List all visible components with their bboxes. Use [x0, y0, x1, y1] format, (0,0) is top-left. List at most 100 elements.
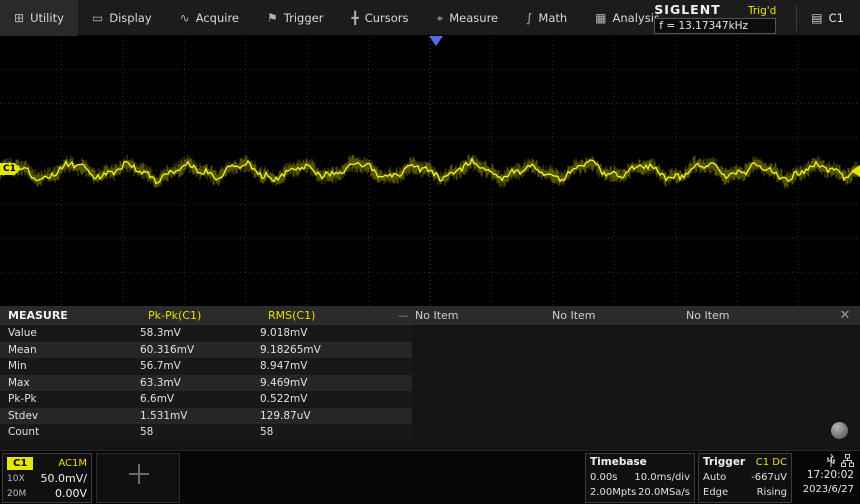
timebase-box[interactable]: Timebase 0.00s 10.0ms/div 2.00Mpts 20.0M…: [585, 453, 695, 503]
table-row: Mean 60.316mV 9.18265mV: [0, 342, 412, 359]
stat-value: 60.316mV: [140, 342, 260, 359]
oscilloscope-screen: ⊞ Utility ▭ Display ∿ Acquire ⚑ Trigger …: [0, 0, 860, 504]
trigger-box[interactable]: Trigger C1 DC Auto -667uV Edge Rising: [698, 453, 792, 503]
menu-item-label: Display: [109, 11, 151, 25]
add-channel-button[interactable]: [96, 453, 180, 503]
channel-selector-label: C1: [829, 11, 844, 25]
measure-header: MEASURE Pk-Pk(C1) RMS(C1) — No Item No I…: [0, 306, 860, 325]
stat-value: 6.6mV: [140, 391, 260, 408]
acquire-icon: ∿: [180, 12, 190, 24]
timebase-title: Timebase: [590, 455, 647, 470]
channel1-trace: [0, 36, 860, 306]
trigger-source: C1 DC: [756, 455, 787, 470]
menu-item-label: Acquire: [196, 11, 239, 25]
dash-icon: —: [398, 306, 409, 325]
menu-item-label: Utility: [30, 11, 64, 25]
measure-column-empty-3[interactable]: No Item: [686, 306, 730, 325]
menu-item-acquire[interactable]: ∿ Acquire: [166, 0, 253, 36]
clock-time: 17:20:02: [796, 467, 854, 483]
assistive-ball[interactable]: [831, 422, 848, 439]
table-row: Count 58 58: [0, 424, 412, 441]
sample-rate: 20.0MSa/s: [638, 485, 690, 500]
measure-column-pkpk[interactable]: Pk-Pk(C1): [148, 306, 201, 325]
brand-logo: SIGLENT: [654, 2, 720, 17]
table-row: Value 58.3mV 9.018mV: [0, 325, 412, 342]
trigger-level-marker[interactable]: [851, 165, 860, 177]
menu-item-label: Trigger: [284, 11, 324, 25]
table-row: Max 63.3mV 9.469mV: [0, 375, 412, 392]
coupling-label: AC1M: [58, 458, 87, 469]
channel-selector[interactable]: ▤ C1: [807, 11, 860, 25]
frequency-value: f = 13.17347kHz: [659, 20, 748, 32]
stat-value: 56.7mV: [140, 358, 260, 375]
stat-value: 58: [140, 424, 260, 441]
menu-item-math[interactable]: ∫ Math: [512, 0, 581, 36]
stat-label: Pk-Pk: [0, 391, 140, 408]
utility-icon: ⊞: [14, 12, 24, 24]
math-icon: ∫: [526, 12, 532, 24]
usb-icon: [826, 454, 836, 467]
frequency-counter: f = 13.17347kHz: [654, 18, 776, 34]
plus-icon: [129, 464, 149, 484]
measure-column-rms[interactable]: RMS(C1): [268, 306, 315, 325]
menubar-right: SIGLENT Trig'd f = 13.17347kHz ▤ C1: [654, 0, 860, 36]
no-item-label: No Item: [415, 306, 459, 325]
measure-table: Value 58.3mV 9.018mV Mean 60.316mV 9.182…: [0, 325, 412, 441]
stat-value: 58: [260, 424, 410, 441]
system-status: 17:20:02 2023/6/27: [796, 453, 858, 503]
channel-list-icon: ▤: [811, 11, 822, 25]
stat-value: 9.18265mV: [260, 342, 410, 359]
stat-label: Value: [0, 325, 140, 342]
trigger-position-marker[interactable]: [429, 36, 443, 46]
close-measure-button[interactable]: ✕: [836, 306, 854, 325]
vertical-offset: 0.00V: [55, 487, 87, 500]
network-icon: [841, 454, 854, 467]
probe-label: 10X: [7, 474, 25, 484]
menubar: ⊞ Utility ▭ Display ∿ Acquire ⚑ Trigger …: [0, 0, 860, 36]
bottombar: C1 AC1M 10X 50.0mV/ 20M 0.00V Timebase 0…: [0, 450, 860, 504]
stat-label: Min: [0, 358, 140, 375]
stat-label: Count: [0, 424, 140, 441]
trigger-mode: Auto: [703, 470, 726, 485]
no-item-label: No Item: [686, 306, 730, 325]
bandwidth-label: 20M: [7, 489, 26, 499]
waveform-display[interactable]: C1: [0, 36, 860, 306]
menu-item-label: Analysis: [613, 11, 660, 25]
measure-panel: MEASURE Pk-Pk(C1) RMS(C1) — No Item No I…: [0, 306, 860, 450]
menu-item-label: Cursors: [365, 11, 409, 25]
table-row: Stdev 1.531mV 129.87uV: [0, 408, 412, 425]
table-row: Pk-Pk 6.6mV 0.522mV: [0, 391, 412, 408]
timebase-delay: 0.00s: [590, 470, 617, 485]
trigger-type: Edge: [703, 485, 728, 500]
stat-value: 1.531mV: [140, 408, 260, 425]
stat-value: 129.87uV: [260, 408, 410, 425]
vertical-scale: 50.0mV/: [41, 472, 87, 485]
clock-date: 2023/6/27: [796, 483, 854, 497]
measure-title: MEASURE: [8, 306, 68, 325]
display-icon: ▭: [92, 12, 103, 24]
stat-label: Mean: [0, 342, 140, 359]
table-row: Min 56.7mV 8.947mV: [0, 358, 412, 375]
menu-item-measure[interactable]: ⌖ Measure: [422, 0, 512, 36]
menu-item-utility[interactable]: ⊞ Utility: [0, 0, 78, 36]
stat-value: 63.3mV: [140, 375, 260, 392]
stat-value: 58.3mV: [140, 325, 260, 342]
channel1-info-box[interactable]: C1 AC1M 10X 50.0mV/ 20M 0.00V: [2, 453, 92, 503]
trigger-slope: Rising: [757, 485, 787, 500]
trigger-title: Trigger: [703, 455, 745, 470]
measure-column-empty-2[interactable]: No Item: [552, 306, 596, 325]
channel1-chip: C1: [7, 457, 33, 470]
menu-item-trigger[interactable]: ⚑ Trigger: [253, 0, 337, 36]
stat-label: Stdev: [0, 408, 140, 425]
stat-value: 8.947mV: [260, 358, 410, 375]
timebase-scale: 10.0ms/div: [634, 470, 690, 485]
menubar-divider: [796, 5, 797, 31]
menu-item-cursors[interactable]: ╋ Cursors: [337, 0, 422, 36]
memory-depth: 2.00Mpts: [590, 485, 636, 500]
stat-value: 9.018mV: [260, 325, 410, 342]
menu-item-display[interactable]: ▭ Display: [78, 0, 166, 36]
trigger-flag-icon: ⚑: [267, 12, 278, 24]
measure-column-empty-1[interactable]: — No Item: [398, 306, 459, 325]
measure-icon: ⌖: [436, 12, 443, 24]
brand-block: SIGLENT Trig'd f = 13.17347kHz: [654, 2, 776, 34]
